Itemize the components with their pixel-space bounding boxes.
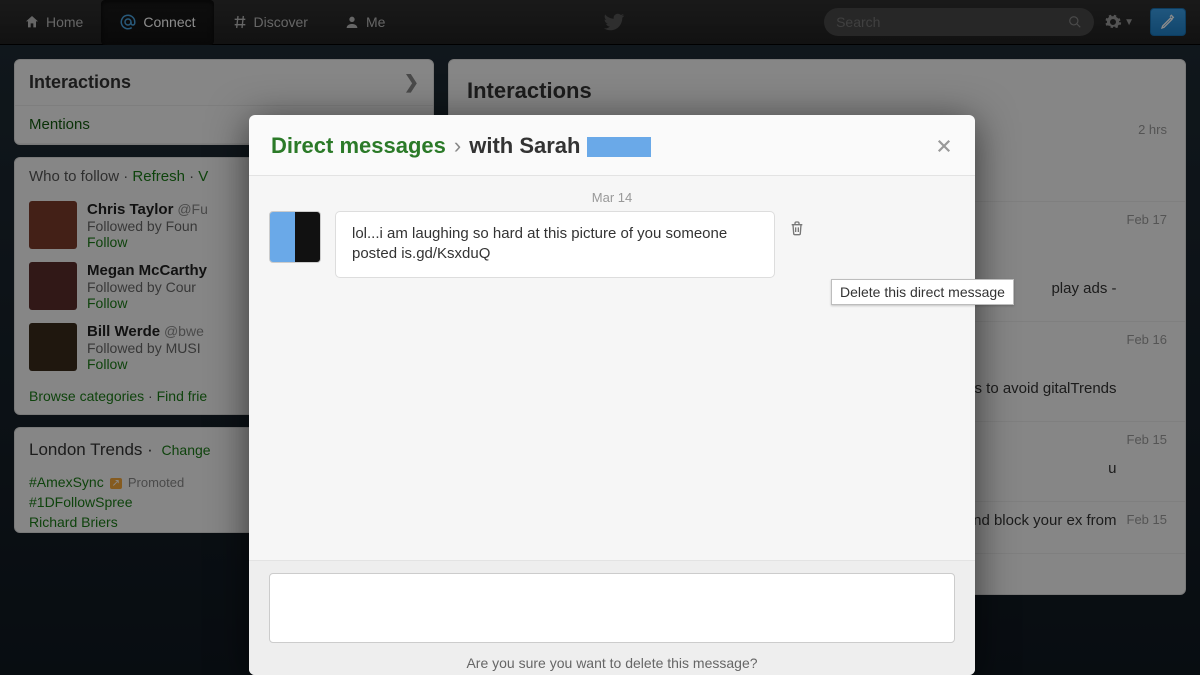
modal-close-button[interactable] [935, 137, 953, 155]
close-icon [935, 137, 953, 155]
tooltip-text: Delete this direct message [840, 284, 1005, 300]
modal-header: Direct messages › with Sarah [249, 115, 975, 176]
message-date: Mar 14 [269, 190, 955, 205]
delete-tooltip: Delete this direct message [831, 279, 1014, 305]
message-row: lol...i am laughing so hard at this pict… [269, 211, 955, 278]
modal-compose-area: Are you sure you want to delete this mes… [249, 560, 975, 675]
dm-breadcrumb-link[interactable]: Direct messages [271, 133, 446, 159]
message-bubble: lol...i am laughing so hard at this pict… [335, 211, 775, 278]
delete-confirm-text: Are you sure you want to delete this mes… [269, 643, 955, 675]
message-text: lol...i am laughing so hard at this pict… [352, 225, 727, 262]
trash-icon [789, 219, 805, 237]
modal-title: Direct messages › with Sarah [271, 133, 651, 159]
delete-message-button[interactable] [789, 219, 805, 237]
sender-avatar[interactable] [269, 211, 321, 263]
modal-body: Mar 14 lol...i am laughing so hard at th… [249, 176, 975, 560]
direct-message-modal: Direct messages › with Sarah Mar 14 lol.… [249, 115, 975, 675]
redacted-name [587, 137, 651, 157]
dm-with-label: with Sarah [469, 133, 580, 158]
breadcrumb-sep: › [454, 133, 461, 159]
dm-compose-input[interactable] [269, 573, 955, 643]
